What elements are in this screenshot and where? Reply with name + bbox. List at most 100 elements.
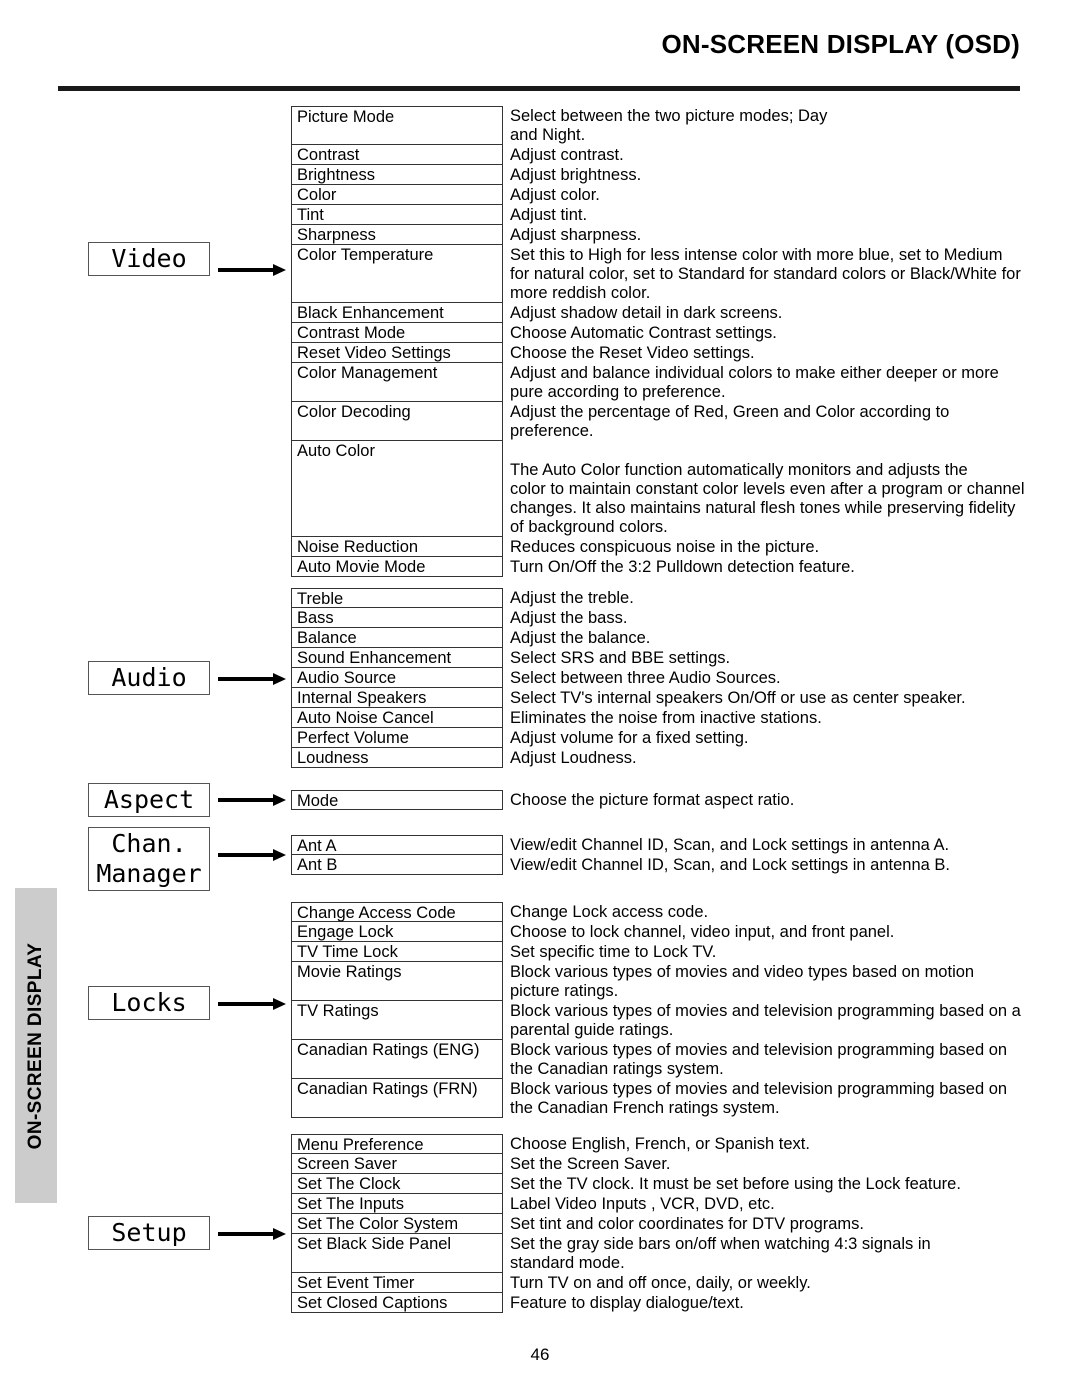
menu-item-name[interactable]: Screen Saver — [291, 1154, 503, 1174]
description-line: Turn TV on and off once, daily, or weekl… — [510, 1274, 811, 1292]
description-line: View/edit Channel ID, Scan, and Lock set… — [510, 856, 950, 874]
menu-item-description: Choose the Reset Video settings. — [503, 343, 1013, 363]
menu-item-description: Adjust sharpness. — [503, 225, 1013, 245]
page-header: ON-SCREEN DISPLAY (OSD) — [0, 0, 1080, 100]
menu-item-name[interactable]: Mode — [291, 790, 503, 810]
menu-item-name[interactable]: Color — [291, 185, 503, 205]
category-box-audio[interactable]: Audio — [88, 661, 210, 695]
menu-item-name[interactable]: TV Time Lock — [291, 942, 503, 962]
table-row: Internal Speakers Select TV's internal sp… — [291, 688, 1013, 708]
description-line: of background colors. — [510, 518, 668, 536]
menu-item-name[interactable]: Contrast Mode — [291, 323, 503, 343]
description-line: The Auto Color function automatically mo… — [510, 461, 968, 479]
table-row: Set The Clock Set the TV clock. It must b… — [291, 1174, 1013, 1194]
description-line — [510, 442, 1025, 461]
menu-item-name[interactable]: Canadian Ratings (FRN) — [291, 1079, 503, 1118]
category-box-video[interactable]: Video — [88, 242, 210, 276]
menu-item-name[interactable]: Auto Movie Mode — [291, 557, 503, 577]
menu-item-name[interactable]: Auto Noise Cancel — [291, 708, 503, 728]
description-line: Adjust contrast. — [510, 146, 624, 164]
arrow-shaft — [218, 268, 274, 272]
category-box-aspect[interactable]: Aspect — [88, 783, 210, 817]
category-box-chan-manager[interactable]: Chan. Manager — [88, 827, 210, 891]
menu-item-name[interactable]: Reset Video Settings — [291, 343, 503, 363]
description-line: Adjust volume for a fixed setting. — [510, 729, 749, 747]
menu-item-description: Adjust shadow detail in dark screens. — [503, 303, 1013, 323]
menu-item-name[interactable]: TV Ratings — [291, 1001, 503, 1040]
menu-item-description: Eliminates the noise from inactive stati… — [503, 708, 1013, 728]
description-line: Adjust Loudness. — [510, 749, 637, 767]
menu-item-name[interactable]: Set Black Side Panel — [291, 1234, 503, 1273]
menu-item-name[interactable]: Color Temperature — [291, 245, 503, 303]
menu-item-name[interactable]: Set The Color System — [291, 1214, 503, 1234]
category-label-chan: Chan. — [111, 829, 187, 858]
table-row: Perfect Volume Adjust volume for a fixed … — [291, 728, 1013, 748]
menu-item-name[interactable]: Canadian Ratings (ENG) — [291, 1040, 503, 1079]
page-number: 46 — [530, 1345, 550, 1364]
table-row: Color Decoding Adjust the percentage of R… — [291, 402, 1013, 441]
table-row: Noise Reduction Reduces conspicuous noise… — [291, 537, 1013, 557]
menu-item-name[interactable]: Tint — [291, 205, 503, 225]
menu-group-setup: Menu Preference Choose English, French, o… — [291, 1134, 1013, 1313]
menu-item-description: Turn TV on and off once, daily, or weekl… — [503, 1273, 1013, 1293]
menu-item-name[interactable]: Bass — [291, 608, 503, 628]
menu-item-name[interactable]: Perfect Volume — [291, 728, 503, 748]
menu-item-name[interactable]: Color Decoding — [291, 402, 503, 441]
table-row: Color Management Adjust and balance indiv… — [291, 363, 1013, 402]
table-row: Contrast Mode Choose Automatic Contrast s… — [291, 323, 1013, 343]
table-row: TV Time Lock Set specific time to Lock TV… — [291, 942, 1013, 962]
category-box-setup[interactable]: Setup — [88, 1216, 210, 1250]
arrow-audio-to-table — [218, 673, 286, 685]
menu-item-name[interactable]: Brightness — [291, 165, 503, 185]
menu-item-description: Block various types of movies and video … — [503, 962, 1013, 1001]
menu-item-description: Adjust the balance. — [503, 628, 1013, 648]
arrow-shaft — [218, 853, 274, 857]
menu-item-name[interactable]: Movie Ratings — [291, 962, 503, 1001]
menu-item-name[interactable]: Set The Inputs — [291, 1194, 503, 1214]
table-row: Auto Movie Mode Turn On/Off the 3:2 Pulld… — [291, 557, 1013, 577]
menu-item-name[interactable]: Auto Color — [291, 441, 503, 537]
description-line: Choose to lock channel, video input, and… — [510, 923, 895, 941]
description-line: Choose Automatic Contrast settings. — [510, 324, 777, 342]
description-line: preference. — [510, 422, 594, 440]
menu-item-description: Set this to High for less intense color … — [503, 245, 1021, 303]
menu-item-name[interactable]: Set The Clock — [291, 1174, 503, 1194]
menu-item-description: Choose English, French, or Spanish text. — [503, 1134, 1013, 1154]
menu-item-name[interactable]: Noise Reduction — [291, 537, 503, 557]
menu-item-name[interactable]: Picture Mode — [291, 106, 503, 145]
menu-item-name[interactable]: Internal Speakers — [291, 688, 503, 708]
arrow-head — [273, 264, 286, 276]
menu-item-name[interactable]: Contrast — [291, 145, 503, 165]
table-row: Sound Enhancement Select SRS and BBE sett… — [291, 648, 1013, 668]
menu-item-name[interactable]: Black Enhancement — [291, 303, 503, 323]
menu-item-description: The Auto Color function automatically mo… — [503, 441, 1025, 537]
menu-item-name[interactable]: Treble — [291, 588, 503, 608]
menu-item-name[interactable]: Sound Enhancement — [291, 648, 503, 668]
arrow-chan-manager-to-table — [218, 849, 286, 861]
menu-item-name[interactable]: Ant A — [291, 835, 503, 855]
menu-item-description: Set tint and color coordinates for DTV p… — [503, 1214, 1013, 1234]
description-line: Set the TV clock. It must be set before … — [510, 1175, 961, 1193]
description-line: Choose English, French, or Spanish text. — [510, 1135, 810, 1153]
menu-item-description: Choose the picture format aspect ratio. — [503, 790, 1013, 810]
menu-item-name[interactable]: Set Event Timer — [291, 1273, 503, 1293]
description-line: Reduces conspicuous noise in the picture… — [510, 538, 820, 556]
menu-item-name[interactable]: Sharpness — [291, 225, 503, 245]
menu-item-name[interactable]: Color Management — [291, 363, 503, 402]
menu-item-name[interactable]: Change Access Code — [291, 902, 503, 922]
menu-item-name[interactable]: Balance — [291, 628, 503, 648]
description-line: Set this to High for less intense color … — [510, 246, 1003, 264]
menu-item-name[interactable]: Menu Preference — [291, 1134, 503, 1154]
table-row: Ant B View/edit Channel ID, Scan, and Loc… — [291, 855, 1013, 875]
description-line: Choose the Reset Video settings. — [510, 344, 755, 362]
menu-item-description: Set the Screen Saver. — [503, 1154, 1013, 1174]
category-box-locks[interactable]: Locks — [88, 986, 210, 1020]
category-label-locks: Locks — [111, 988, 187, 1017]
menu-item-name[interactable]: Ant B — [291, 855, 503, 875]
menu-item-name[interactable]: Audio Source — [291, 668, 503, 688]
menu-item-description: Adjust volume for a fixed setting. — [503, 728, 1013, 748]
menu-item-name[interactable]: Set Closed Captions — [291, 1293, 503, 1313]
menu-item-name[interactable]: Engage Lock — [291, 922, 503, 942]
menu-item-name[interactable]: Loudness — [291, 748, 503, 768]
menu-item-description: Set the TV clock. It must be set before … — [503, 1174, 1013, 1194]
